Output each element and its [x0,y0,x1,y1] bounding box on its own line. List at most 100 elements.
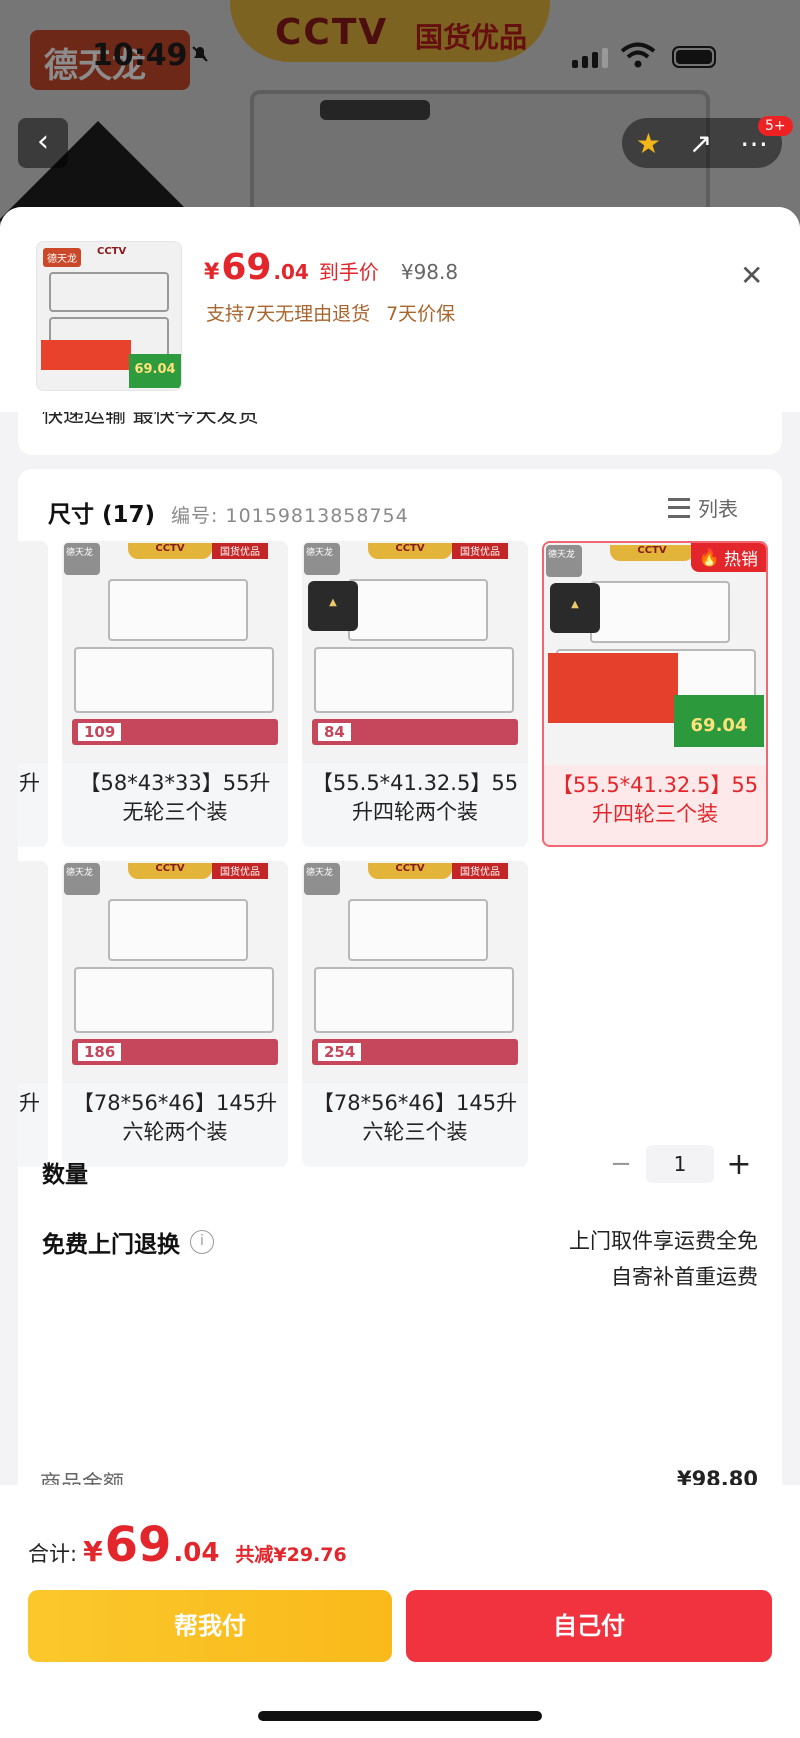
fire-icon: 🔥 [698,547,720,568]
spec-option-selected[interactable]: 德天龙 CCTV ▲ 69.04 🔥 热销 【55.5*41.32.5】55 升… [542,541,768,847]
thumb-price: 69.04 [129,354,181,388]
option-cctv-tag: CCTV [610,545,694,561]
option-brand-tag: 德天龙 [64,543,100,575]
back-button[interactable]: ‹ [18,118,68,168]
quantity-plus-button[interactable]: + [724,1147,754,1182]
option-price-bar: 84 [312,719,518,745]
price-integer: 69 [221,247,272,288]
option-price: 254 [318,1043,362,1061]
option-image: 德天龙 CCTV 国货优品 109 [62,541,288,763]
promise-price-protect: 7天价保 [386,303,456,325]
option-brand-tag: 德天龙 [304,543,340,575]
product-thumbnail[interactable]: 德天龙 CCTV 69.04 [36,241,182,391]
option-label: 【78*56*46】145升 六轮两个装 [62,1089,288,1147]
spec-option-partial[interactable]: 升 [18,861,48,1167]
option-label-line1: 【78*56*46】145升 [312,1091,518,1115]
medal-badge: ▲ [550,583,600,633]
thumb-box-top [49,272,169,312]
total-saved: 共减¥29.76 [235,1544,347,1566]
option-label-line2: 六轮三个装 [362,1120,468,1144]
promo-band [548,653,678,723]
price-tag: 到手价 [318,260,379,284]
close-icon[interactable]: ✕ [740,259,763,292]
wifi-icon [620,42,656,68]
price-line: ¥ 69 .04 到手价 ¥98.8 [204,247,458,288]
list-icon [668,497,690,518]
spec-option[interactable]: 德天龙 CCTV 国货优品 109 【58*43*33】55升 无轮三个装 [62,541,288,847]
checkout-footer: 合计: ¥ 69 .04 共减¥29.76 帮我付 自己付 [0,1485,800,1738]
thumb-promo-band [41,340,131,370]
option-cctv-tag: CCTV [128,543,212,559]
option-label: 【58*43*33】55升 无轮三个装 [62,769,288,827]
hot-badge: 🔥 热销 [690,543,766,572]
option-price: 84 [318,723,351,741]
list-view-toggle[interactable]: 列表 [668,493,738,522]
option-label-line1: 【78*56*46】145升 [72,1091,278,1115]
option-label-line2: 六轮两个装 [122,1120,228,1144]
partial-label: 升 [19,1091,40,1115]
price-symbol: ¥ [204,260,220,285]
option-price-bar: 109 [72,719,278,745]
option-label-line2: 升四轮三个装 [592,802,718,826]
option-guohuo-tag: 国货优品 [212,543,268,559]
option-brand-tag: 德天龙 [64,863,100,895]
total-integer: 69 [104,1517,172,1573]
spec-option-partial[interactable]: 升 [18,541,48,847]
info-icon[interactable]: i [190,1230,214,1254]
original-price: ¥98.8 [400,260,459,284]
return-pickup-text: 上门取件享运费全免 [569,1229,758,1253]
thumb-brand: 德天龙 [43,248,81,267]
list-label: 列表 [698,497,738,521]
option-label-line2: 无轮三个装 [122,800,228,824]
home-indicator[interactable] [258,1711,542,1721]
option-guohuo-tag: 国货优品 [212,863,268,879]
share-icon[interactable]: ↗ [689,127,712,160]
return-self-ship-text: 自寄补首重运费 [611,1265,758,1289]
signal-icon [572,48,608,68]
total-line: 合计: ¥ 69 .04 共减¥29.76 [28,1517,347,1573]
spec-title: 尺寸 (17) [48,502,156,528]
total-label: 合计: [28,1542,78,1566]
spec-card: 尺寸 (17) 编号: 10159813858754 列表 升 升 德天龙 CC… [18,469,782,1473]
help-me-pay-button[interactable]: 帮我付 [28,1590,392,1662]
option-cctv-tag: CCTV [128,863,212,879]
quantity-input[interactable]: 1 [646,1145,714,1183]
pay-myself-button[interactable]: 自己付 [406,1590,772,1662]
option-brand-tag: 德天龙 [546,545,582,577]
medal-badge: ▲ [308,581,358,631]
status-bar: 10:49 [0,0,800,100]
option-image: 德天龙 CCTV 国货优品 254 [302,861,528,1083]
option-cctv-tag: CCTV [368,543,452,559]
option-guohuo-tag: 国货优品 [452,863,508,879]
promise-line: 支持7天无理由退货 7天价保 [206,299,455,326]
spec-header: 尺寸 (17) 编号: 10159813858754 [48,495,409,529]
option-label: 【55.5*41.32.5】55 升四轮两个装 [302,769,528,827]
mute-bell-icon [192,46,208,62]
quantity-minus-button[interactable]: − [606,1149,636,1179]
hot-label: 热销 [724,550,758,570]
option-price: 69.04 [674,695,764,747]
thumb-cctv: CCTV [97,246,127,257]
notification-badge: 5+ [758,116,793,136]
option-image: 德天龙 CCTV ▲ 69.04 [544,543,766,765]
partial-label: 升 [19,771,40,795]
option-image: 德天龙 CCTV 国货优品 ▲ 84 [302,541,528,763]
option-guohuo-tag: 国货优品 [452,543,508,559]
free-return-text: 免费上门退换 [42,1232,180,1258]
favorite-star-icon[interactable]: ★ [636,127,661,160]
status-time: 10:49 [92,38,188,73]
spec-option[interactable]: 德天龙 CCTV 国货优品 186 【78*56*46】145升 六轮两个装 [62,861,288,1167]
option-brand-tag: 德天龙 [304,863,340,895]
option-label-line1: 【58*43*33】55升 [79,771,271,795]
promise-return: 支持7天无理由退货 [206,303,371,325]
sheet-header: 德天龙 CCTV 69.04 ¥ 69 .04 到手价 ¥98.8 支持7天无理… [0,207,800,412]
free-return-label: 免费上门退换 i [42,1225,214,1259]
option-label-line2: 升四轮两个装 [352,800,478,824]
spec-option[interactable]: 德天龙 CCTV 国货优品 254 【78*56*46】145升 六轮三个装 [302,861,528,1167]
battery-icon [672,46,716,68]
option-price: 186 [78,1043,122,1061]
option-cctv-tag: CCTV [368,863,452,879]
quantity-stepper: − 1 + [606,1145,754,1183]
spec-option[interactable]: 德天龙 CCTV 国货优品 ▲ 84 【55.5*41.32.5】55 升四轮两… [302,541,528,847]
option-image: 德天龙 CCTV 国货优品 186 [62,861,288,1083]
